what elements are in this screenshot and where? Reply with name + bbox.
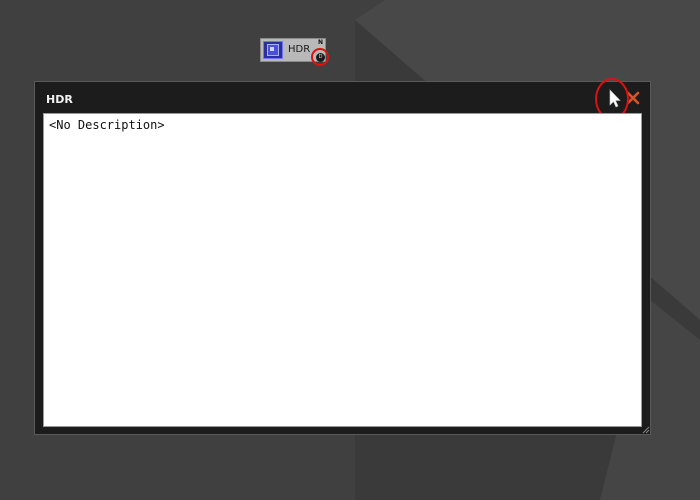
- node-label: HDR: [288, 44, 311, 55]
- dialog-title: HDR: [46, 93, 73, 106]
- resize-grip-icon[interactable]: [640, 424, 650, 434]
- description-dialog: HDR <No Description>: [34, 78, 651, 435]
- dialog-titlebar[interactable]: HDR: [35, 78, 650, 120]
- hdr-node-icon: [263, 41, 283, 59]
- node-flag-n[interactable]: N: [318, 39, 323, 46]
- highlight-circle-node-flag: [311, 48, 329, 66]
- description-textarea[interactable]: <No Description>: [43, 113, 642, 427]
